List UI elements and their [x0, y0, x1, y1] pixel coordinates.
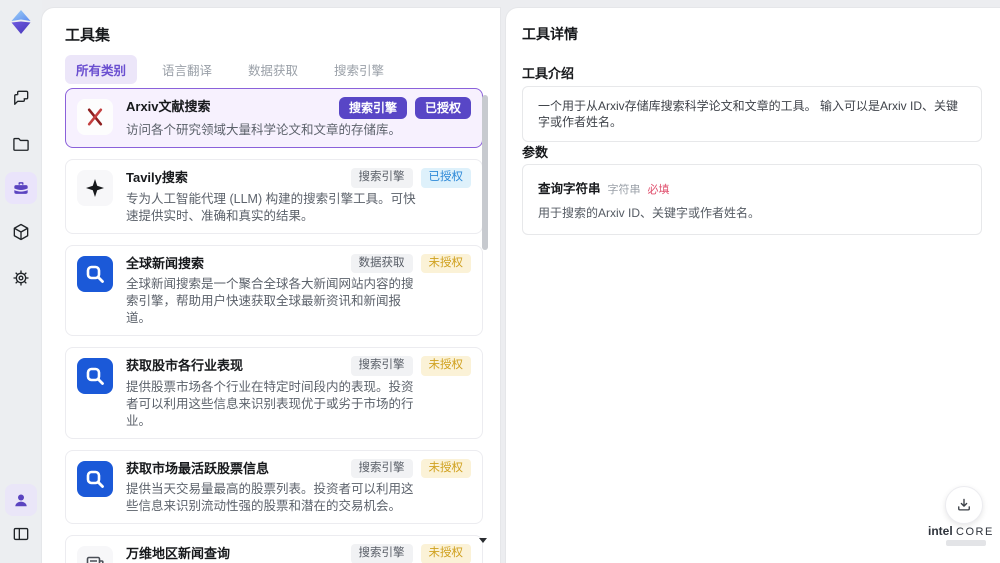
category-tab[interactable]: 语言翻译: [151, 55, 223, 84]
tool-description: 提供股票市场各个行业在特定时间段内的表现。投资者可以利用这些信息来识别表现优于或…: [126, 379, 414, 428]
category-tab[interactable]: 所有类别: [65, 55, 138, 84]
scrollbar-thumb[interactable]: [482, 95, 488, 250]
tool-icon: [77, 460, 113, 497]
param-required-badge: 必填: [647, 184, 670, 196]
tool-name: Arxiv文献搜索: [126, 99, 211, 114]
download-button[interactable]: [945, 486, 983, 524]
tool-card[interactable]: Tavily搜索 搜索引擎 已授权 专为人工智能代理 (LLM) 构建的搜索引擎…: [65, 159, 483, 234]
tool-icon: [77, 170, 113, 206]
app-logo: [7, 8, 35, 36]
param-description: 用于搜索的Arxiv ID、关键字或作者姓名。: [538, 206, 761, 220]
tool-auth-tag: 未授权: [420, 356, 471, 376]
tool-category-tag: 搜索引擎: [350, 168, 413, 188]
tool-name: 获取股市各行业表现: [126, 358, 244, 373]
tool-icon: [77, 255, 113, 292]
icon-rail: [0, 0, 42, 563]
tool-icon: [77, 99, 113, 135]
tool-category-tag: 搜索引擎: [350, 544, 413, 563]
param-box: 查询字符串 字符串 必填 用于搜索的Arxiv ID、关键字或作者姓名。: [522, 164, 982, 235]
tool-list: Arxiv文献搜索 搜索引擎 已授权 访问各个研究领域大量科学论文和文章的存储库…: [65, 88, 483, 563]
intel-wordmark: intel: [928, 524, 953, 538]
tool-description: 全球新闻搜索是一个聚合全球各大新闻网站内容的搜索引擎，帮助用户快速获取全球最新资…: [126, 277, 414, 325]
settings-icon[interactable]: [5, 262, 37, 294]
package-icon[interactable]: [5, 216, 37, 248]
core-wordmark: CORE: [956, 526, 994, 538]
download-icon: [958, 498, 970, 511]
toolset-panel: 工具集 所有类别 语言翻译 数据获取 搜索引擎 Arxiv文献搜索 搜索引擎 已授权 …: [42, 8, 500, 563]
user-icon[interactable]: [5, 484, 37, 516]
params-heading: 参数: [522, 145, 549, 160]
tool-category-tag: 搜索引擎: [338, 97, 407, 119]
intel-core-logo: intel CORE: [928, 524, 992, 546]
tool-auth-tag: 已授权: [420, 168, 471, 188]
tool-description: 访问各个研究领域大量科学论文和文章的存储库。: [126, 123, 402, 137]
intro-box: 一个用于从Arxiv存储库搜索科学论文和文章的工具。 输入可以是Arxiv ID…: [522, 86, 982, 142]
tool-description: 提供当天交易量最高的股票列表。投资者可以利用这些信息来识别流动性强的股票和潜在的…: [126, 482, 414, 513]
chat-icon[interactable]: [5, 82, 37, 114]
tool-name: Tavily搜索: [126, 170, 188, 185]
tool-description: 专为人工智能代理 (LLM) 构建的搜索引擎工具。可快速提供实时、准确和真实的结…: [126, 191, 416, 223]
tool-category-tag: 数据获取: [350, 253, 413, 273]
tool-auth-tag: 已授权: [414, 97, 471, 119]
scroll-down-icon[interactable]: [479, 538, 487, 543]
intel-logo-subtext: [946, 540, 986, 546]
tool-details-panel: 工具详情 工具介绍 一个用于从Arxiv存储库搜索科学论文和文章的工具。 输入可…: [506, 8, 1000, 563]
tool-card[interactable]: Arxiv文献搜索 搜索引擎 已授权 访问各个研究领域大量科学论文和文章的存储库…: [65, 88, 483, 148]
details-title: 工具详情: [522, 26, 578, 42]
tool-card[interactable]: 万维地区新闻查询 搜索引擎 未授权 查询具体行政区划内的新闻，快速了解各地新闻动…: [65, 535, 483, 563]
folder-icon[interactable]: [5, 128, 37, 160]
tool-auth-tag: 未授权: [420, 458, 471, 478]
param-type: 字符串: [607, 184, 641, 196]
tool-name: 全球新闻搜索: [126, 255, 205, 271]
list-scrollbar[interactable]: [482, 88, 488, 553]
toolbox-icon[interactable]: [5, 172, 37, 204]
param-name: 查询字符串: [538, 182, 601, 196]
category-tabs: 所有类别 语言翻译 数据获取 搜索引擎: [65, 55, 395, 84]
tool-name: 万维地区新闻查询: [126, 546, 231, 561]
tool-auth-tag: 未授权: [420, 253, 471, 273]
app-root: { "colors": { "accent_purple": "#5846c6"…: [0, 0, 1000, 563]
category-tab[interactable]: 数据获取: [237, 55, 309, 84]
tool-card[interactable]: 获取股市各行业表现 搜索引擎 未授权 提供股票市场各个行业在特定时间段内的表现。…: [65, 347, 483, 439]
tool-card[interactable]: 获取市场最活跃股票信息 搜索引擎 未授权 提供当天交易量最高的股票列表。投资者可…: [65, 449, 483, 524]
panel-icon[interactable]: [5, 518, 37, 550]
category-tab[interactable]: 搜索引擎: [323, 55, 395, 84]
page-title: 工具集: [65, 27, 111, 44]
tool-category-tag: 搜索引擎: [350, 356, 413, 376]
tool-name: 获取市场最活跃股票信息: [126, 460, 270, 476]
tool-card[interactable]: 全球新闻搜索 数据获取 未授权 全球新闻搜索是一个聚合全球各大新闻网站内容的搜索…: [65, 244, 483, 336]
tool-icon: [77, 546, 113, 563]
tool-category-tag: 搜索引擎: [350, 458, 413, 478]
tool-auth-tag: 未授权: [420, 544, 471, 563]
tool-icon: [77, 358, 113, 394]
intro-heading: 工具介绍: [522, 66, 575, 81]
